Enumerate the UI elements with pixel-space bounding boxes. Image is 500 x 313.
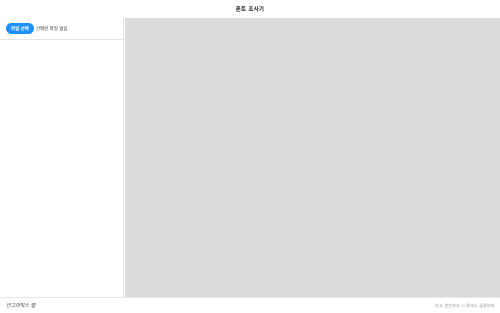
page-title: 폰트 조사기 [235,7,265,13]
font-preview-area [125,18,500,297]
selected-file-status: 선택된 파일 없음 [35,26,68,32]
footer-meta-text: 자고, 안논하고, 느릿하고, 꼼꼼하게 [434,302,494,308]
header: 폰트 조사기 [0,0,500,18]
footer-brand-logo[interactable]: 안그라픽스 랩 [6,302,35,309]
sidebar: 파일 선택 선택된 파일 없음 [0,18,124,297]
select-file-button[interactable]: 파일 선택 [6,23,34,34]
file-toolbar: 파일 선택 선택된 파일 없음 [0,18,123,40]
footer: 안그라픽스 랩 자고, 안논하고, 느릿하고, 꼼꼼하게 [0,297,500,313]
app-window: 폰트 조사기 파일 선택 선택된 파일 없음 안그라픽스 랩 자고, 안논하고,… [0,0,500,313]
